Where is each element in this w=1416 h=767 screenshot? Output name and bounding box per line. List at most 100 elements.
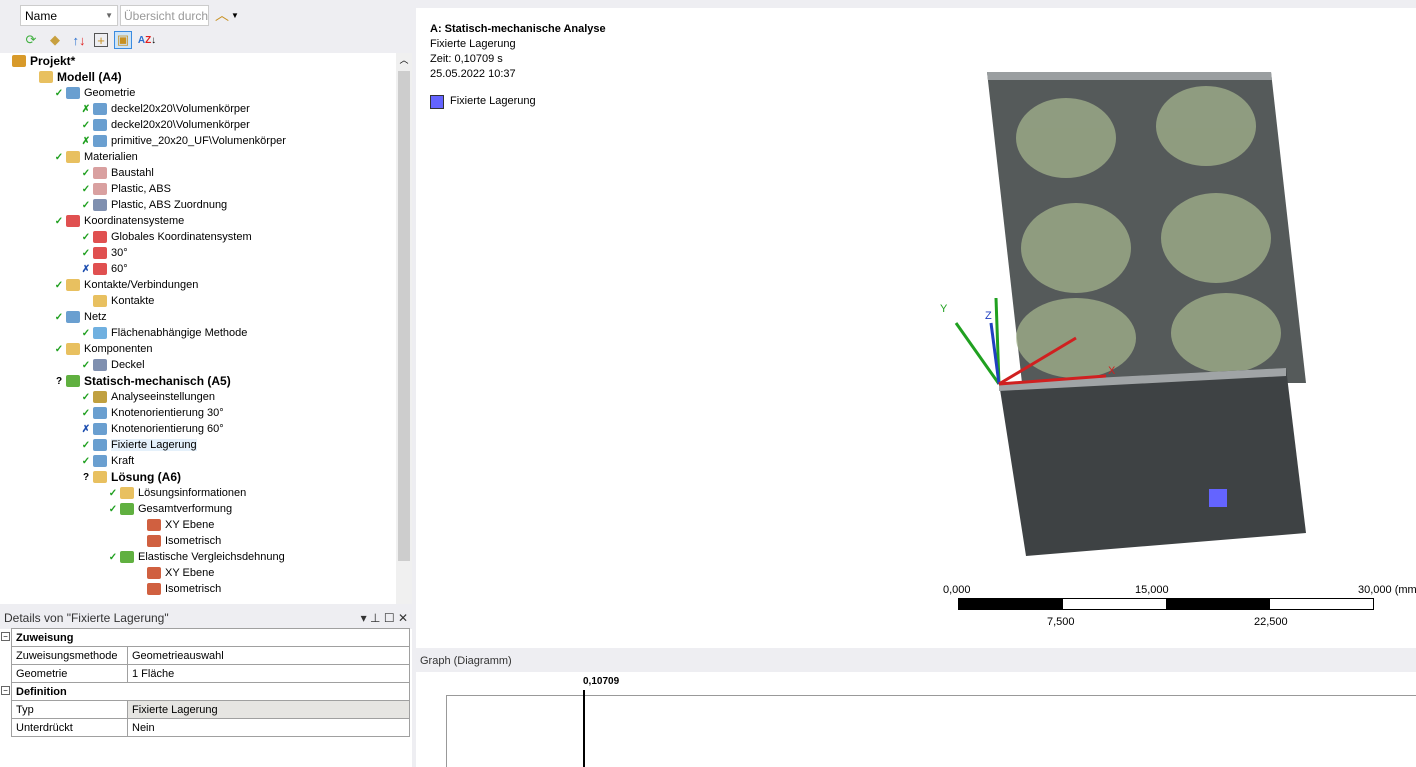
prop-value[interactable]: Fixierte Lagerung	[127, 700, 410, 719]
tree-item[interactable]: ✓ Koordinatensysteme	[54, 213, 184, 229]
model-body-bottom	[999, 368, 1306, 556]
tree-item[interactable]: Projekt*	[0, 53, 75, 69]
tree-item[interactable]: ✗ primitive_20x20_UF\Volumenkörper	[81, 133, 286, 149]
tree-item-label: Kontakte	[111, 295, 155, 307]
eraser-icon[interactable]: ◆	[46, 31, 64, 49]
outline-toolbar: ⟳ ◆ ↑ ↓ + ▣ A Z ↓	[22, 31, 156, 49]
tree-item[interactable]: ✓ Geometrie	[54, 85, 135, 101]
group-definition[interactable]: Definition	[11, 682, 410, 701]
coordinate-icon	[66, 215, 80, 227]
scroll-thumb[interactable]	[398, 71, 410, 561]
tree-item[interactable]: ✓ Flächenabhängige Methode	[81, 325, 247, 341]
sort-az-icon[interactable]: A Z ↓	[138, 31, 156, 49]
tree-item[interactable]: ✓ Deckel	[81, 357, 145, 373]
status-icon: ✗	[81, 263, 91, 275]
force-icon	[93, 455, 107, 467]
tree-item[interactable]: ✓ 30°	[81, 245, 128, 261]
status-icon: ✓	[81, 167, 91, 179]
collapse-definition-icon[interactable]: −	[1, 686, 10, 695]
scale-label: 15,000	[1135, 584, 1169, 596]
fixed-support-marker	[1209, 489, 1227, 507]
tree-item[interactable]: Isometrisch	[135, 581, 221, 597]
model-render[interactable]: Y Z X	[416, 8, 1416, 648]
tree-item[interactable]: ✓ Kraft	[81, 453, 134, 469]
tree-item[interactable]: ✓ Fixierte Lagerung	[81, 437, 197, 453]
tree-item[interactable]: Kontakte	[81, 293, 154, 309]
tree-item[interactable]: XY Ebene	[135, 565, 214, 581]
tree-item[interactable]: ? Statisch-mechanisch (A5)	[54, 373, 231, 389]
solution-info-icon	[120, 487, 134, 499]
tree-item[interactable]: ✓ Elastische Vergleichsdehnung	[108, 549, 285, 565]
details-row[interactable]: Geometrie 1 Fläche	[11, 664, 410, 683]
tree-item[interactable]: ✗ 60°	[81, 261, 128, 277]
search-up-icon[interactable]: ︿	[215, 5, 229, 25]
sort-by-select[interactable]: Name ▼	[20, 4, 118, 26]
group-row[interactable]: Definition	[11, 682, 410, 701]
collapse-zuweisung-icon[interactable]: −	[1, 632, 10, 641]
group-zuweisung[interactable]: Zuweisung	[11, 628, 410, 647]
tree-item-label: Netz	[84, 311, 107, 323]
tree-item[interactable]: ? Lösung (A6)	[81, 469, 181, 485]
outline-search-input[interactable]: Übersicht durch	[120, 4, 209, 26]
tree-item-label: Modell (A4)	[57, 70, 122, 84]
scroll-up-icon[interactable]: ︿	[396, 53, 412, 66]
tree-scrollbar[interactable]: ︿	[396, 53, 412, 604]
refresh-icon[interactable]: ⟳	[22, 31, 40, 49]
tree-item[interactable]: ✓ Knotenorientierung 30°	[81, 405, 224, 421]
sort-updown-icon[interactable]: ↑ ↓	[70, 31, 88, 49]
time-marker-line[interactable]	[583, 690, 585, 767]
tree-item[interactable]: ✓ Materialien	[54, 149, 138, 165]
chevron-down-icon: ▼	[105, 10, 113, 20]
prop-value[interactable]: Nein	[127, 718, 410, 737]
tree-item[interactable]: ✓ Globales Koordinatensystem	[81, 229, 252, 245]
expand-icon[interactable]: +	[94, 33, 108, 48]
tree-item[interactable]: ✓ Gesamtverformung	[108, 501, 232, 517]
tree-item[interactable]: XY Ebene	[135, 517, 214, 533]
status-icon: ✓	[54, 215, 64, 227]
solution-icon	[93, 471, 107, 483]
tree-item-label: Deckel	[111, 359, 145, 371]
tree-item[interactable]: ✓ Lösungsinformationen	[108, 485, 246, 501]
tree-item[interactable]: ✓ Plastic, ABS	[81, 181, 171, 197]
pin-icon[interactable]: ⊥	[370, 611, 380, 625]
scale-label: 30,000 (mm)	[1358, 584, 1416, 596]
tree-item[interactable]: ✗ Knotenorientierung 60°	[81, 421, 224, 437]
tree-item[interactable]: Modell (A4)	[27, 69, 122, 85]
details-row[interactable]: Typ Fixierte Lagerung	[11, 700, 410, 719]
tree-item[interactable]: ✓ Komponenten	[54, 341, 153, 357]
tree-item[interactable]: Isometrisch	[135, 533, 221, 549]
tree-item[interactable]: ✓ Baustahl	[81, 165, 154, 181]
prop-value[interactable]: Geometrieauswahl	[127, 646, 410, 665]
status-icon: ✗	[81, 135, 91, 147]
details-row[interactable]: Zuweisungsmethode Geometrieauswahl	[11, 646, 410, 665]
tree-item[interactable]: ✓ Plastic, ABS Zuordnung	[81, 197, 227, 213]
status-icon: ✓	[81, 455, 91, 467]
tree-item-label: primitive_20x20_UF\Volumenkörper	[111, 135, 286, 147]
maximize-icon[interactable]: ☐	[384, 611, 395, 625]
status-icon: ✓	[81, 359, 91, 371]
dropdown-icon[interactable]: ▾	[361, 611, 367, 625]
mesh-icon	[66, 311, 80, 323]
tree-item-label: Materialien	[84, 151, 138, 163]
result-view-icon	[147, 583, 161, 595]
fixed-support-icon	[93, 439, 107, 451]
tree-item-label: 60°	[111, 263, 128, 275]
dropdown-icon[interactable]: ▼	[231, 11, 239, 20]
component-icon	[93, 359, 107, 371]
tree-item[interactable]: ✓ Netz	[54, 309, 107, 325]
tree-item[interactable]: ✓ Analyseeinstellungen	[81, 389, 215, 405]
group-row[interactable]: Zuweisung	[11, 628, 410, 647]
tree-item[interactable]: ✓ Kontakte/Verbindungen	[54, 277, 198, 293]
details-row[interactable]: Unterdrückt Nein	[11, 718, 410, 737]
graphics-viewport[interactable]: A: Statisch-mechanische Analyse Fixierte…	[416, 8, 1416, 648]
tree-item-label: Komponenten	[84, 343, 153, 355]
graph-area[interactable]	[446, 695, 1416, 767]
prop-value[interactable]: 1 Fläche	[127, 664, 410, 683]
details-panel: Details von "Fixierte Lagerung" ▾ ⊥ ☐ ✕ Z…	[0, 607, 412, 767]
folder-filter-icon[interactable]: ▣	[114, 31, 132, 49]
tree-item[interactable]: ✗ deckel20x20\Volumenkörper	[81, 101, 250, 117]
node-orientation-icon	[93, 423, 107, 435]
close-icon[interactable]: ✕	[398, 611, 408, 625]
tree-item-label: Koordinatensysteme	[84, 215, 185, 227]
tree-item[interactable]: ✓ deckel20x20\Volumenkörper	[81, 117, 250, 133]
